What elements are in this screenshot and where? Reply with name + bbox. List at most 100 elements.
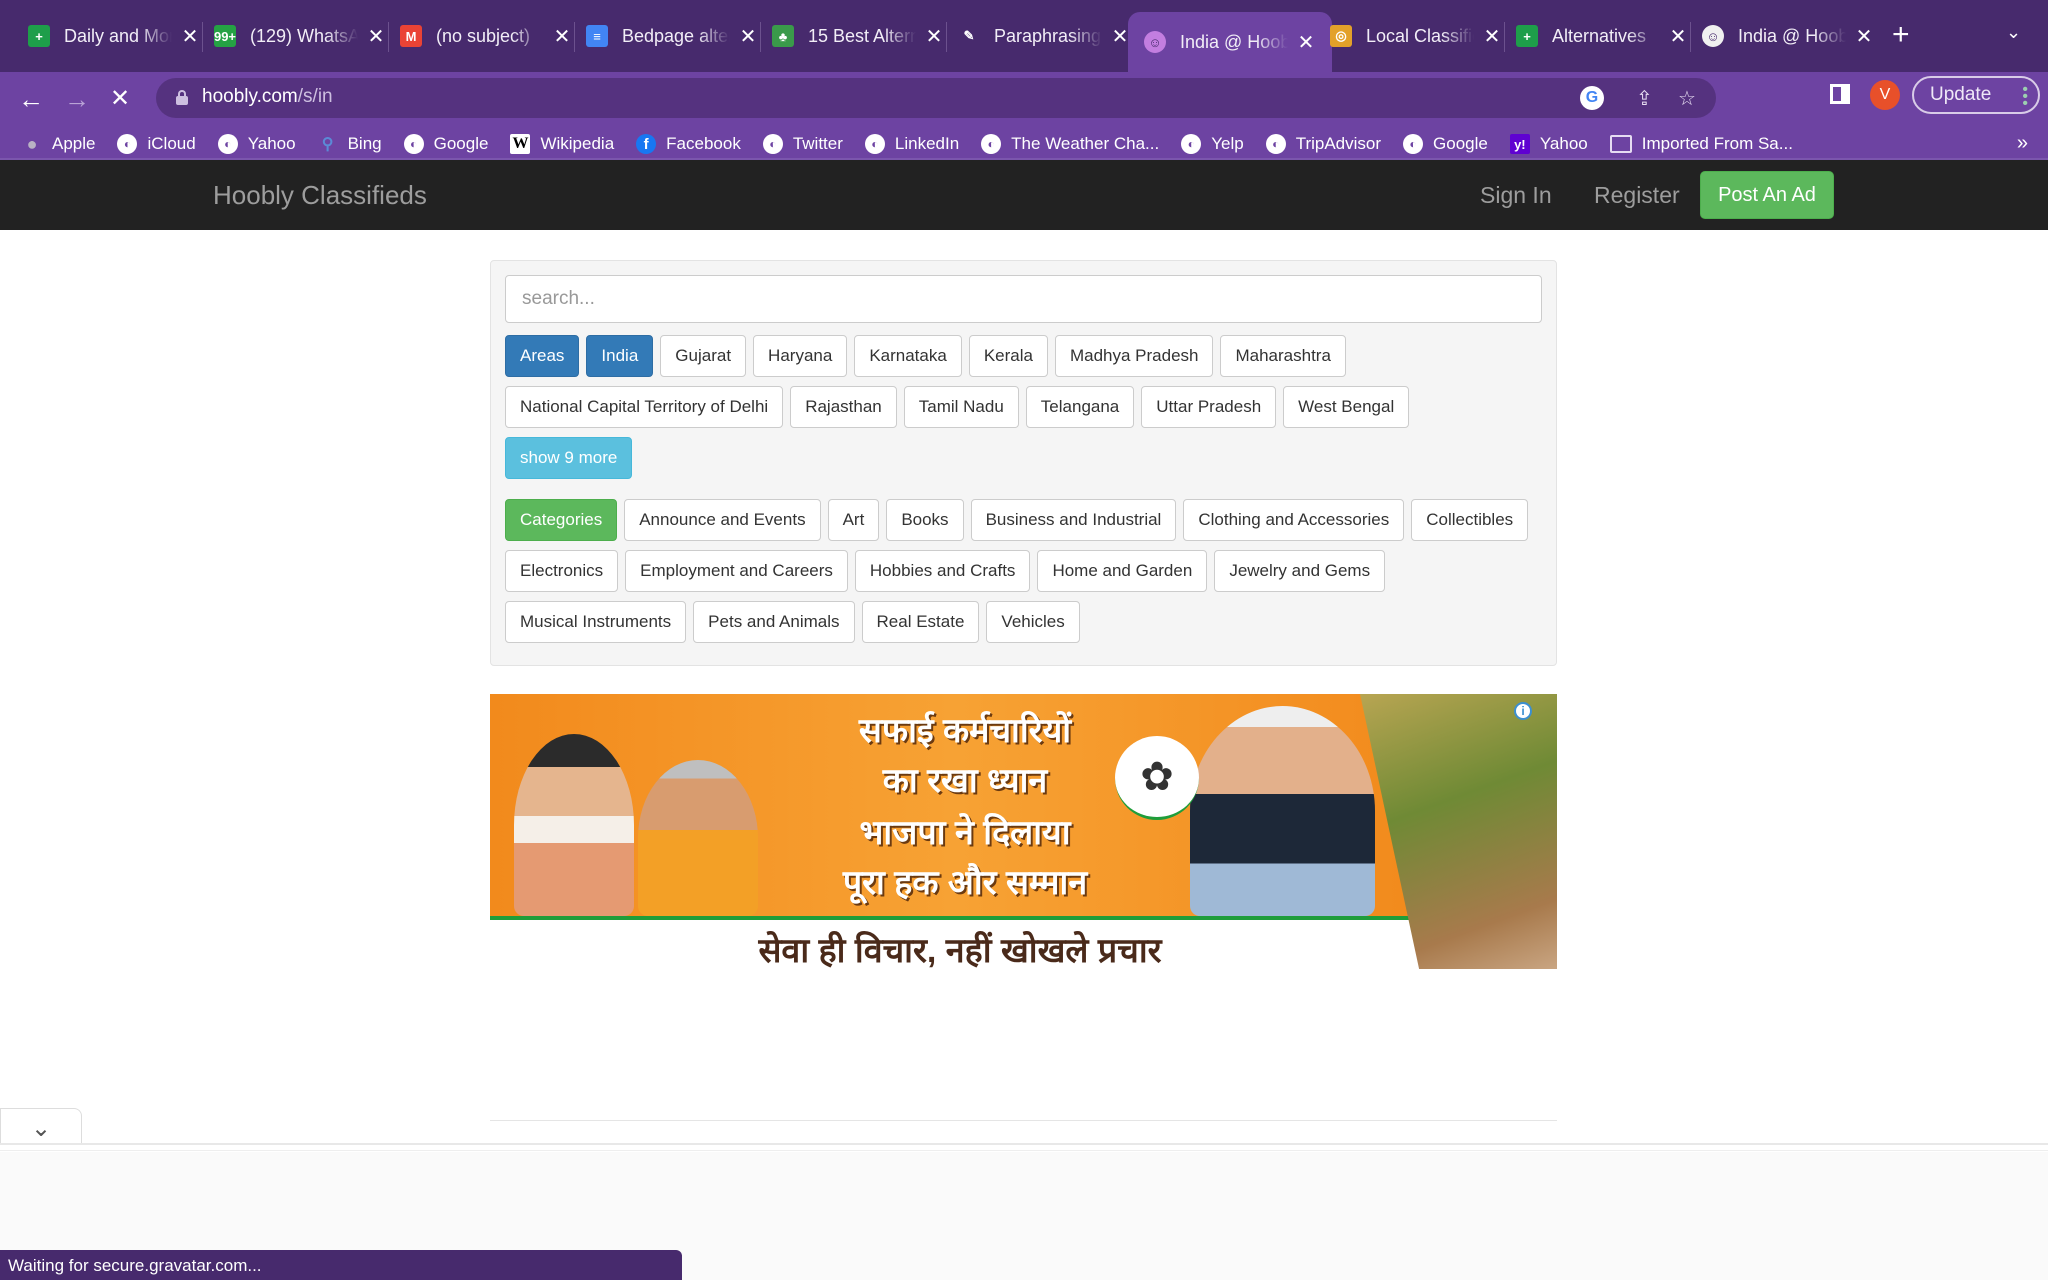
show-more-areas-button[interactable]: show 9 more <box>505 437 633 479</box>
area-button[interactable]: Kerala <box>968 335 1048 377</box>
close-tab-icon[interactable]: ✕ <box>1854 24 1874 49</box>
category-button[interactable]: Books <box>886 499 964 541</box>
browser-tab[interactable]: ≡ Bedpage alternatives ✕ <box>586 14 758 58</box>
browser-tab[interactable]: + Alternatives ✕ <box>1516 14 1688 58</box>
bookmark-label: Imported From Sa... <box>1641 134 1793 153</box>
update-button[interactable]: Update • • • <box>1912 76 2040 114</box>
close-tab-icon[interactable]: ✕ <box>1482 24 1502 49</box>
content-divider <box>490 1120 1557 1121</box>
search-input[interactable] <box>505 275 1542 323</box>
close-tab-icon[interactable]: ✕ <box>738 24 758 49</box>
kebab-menu-icon[interactable]: • • • <box>2022 82 2028 112</box>
collapse-panel-toggle[interactable]: ⌄ <box>0 1108 82 1148</box>
back-button[interactable]: ← <box>18 84 44 115</box>
browser-tab[interactable]: ◎ Local Classifieds ✕ <box>1330 14 1502 58</box>
forward-button[interactable]: → <box>64 84 90 115</box>
close-tab-icon[interactable]: ✕ <box>366 24 386 49</box>
star-bookmark-icon[interactable]: ☆ <box>1678 86 1696 111</box>
area-button[interactable]: West Bengal <box>1283 386 1410 428</box>
browser-tab[interactable]: M (no subject) ✕ <box>400 14 572 58</box>
categories-row: Musical Instruments Pets and Animals Real … <box>505 601 1087 643</box>
post-ad-button[interactable]: Post An Ad <box>1700 171 1834 219</box>
category-button[interactable]: Vehicles <box>986 601 1080 643</box>
area-button[interactable]: Tamil Nadu <box>903 386 1019 428</box>
browser-tab[interactable]: ✎ Paraphrasing Tool ✕ <box>958 14 1130 58</box>
ad-tagline: सेवा ही विचार, नहीं खोखले प्रचार <box>758 932 1162 969</box>
advertisement-banner[interactable]: ✿ सफाई कर्मचारियों का रखा ध्यान भाजपा ने… <box>490 694 1557 969</box>
area-button[interactable]: Haryana <box>753 335 848 377</box>
categories-label-button[interactable]: Categories <box>505 499 618 541</box>
bookmark-item[interactable]: Imported From Sa... <box>1609 134 1793 154</box>
areas-row: National Capital Territory of Delhi Rajas… <box>505 386 1416 428</box>
site-brand-link[interactable]: Hoobly Classifieds <box>213 180 427 211</box>
profile-avatar[interactable]: V <box>1870 80 1900 110</box>
bookmark-item[interactable]: ◐ iCloud <box>117 134 196 154</box>
bookmark-item[interactable]: ◐ Yelp <box>1181 134 1244 154</box>
close-tab-icon[interactable]: ✕ <box>1296 30 1316 55</box>
close-tab-icon[interactable]: ✕ <box>1110 24 1130 49</box>
stop-loading-button[interactable]: ✕ <box>110 84 130 113</box>
category-button[interactable]: Home and Garden <box>1037 550 1208 592</box>
bookmark-item[interactable]: ◐ LinkedIn <box>864 134 959 154</box>
category-button[interactable]: Jewelry and Gems <box>1214 550 1386 592</box>
area-button-india[interactable]: India <box>586 335 654 377</box>
close-tab-icon[interactable]: ✕ <box>1668 24 1688 49</box>
bookmark-item[interactable]: y! Yahoo <box>1509 134 1588 154</box>
address-bar[interactable]: hoobly.com/s/in ☆ ⇪ G <box>156 78 1716 118</box>
bookmark-item[interactable]: W Wikipedia <box>510 134 614 154</box>
bookmark-item[interactable]: ● Apple <box>22 134 96 154</box>
browser-tab[interactable]: ☺ India @ Hoobly ✕ <box>1128 12 1332 72</box>
new-tab-button[interactable]: + <box>1892 18 1910 52</box>
bookmark-item[interactable]: ◐ Twitter <box>762 134 843 154</box>
close-tab-icon[interactable]: ✕ <box>180 24 200 49</box>
area-button[interactable]: Gujarat <box>660 335 747 377</box>
register-link[interactable]: Register <box>1594 182 1680 209</box>
category-button[interactable]: Announce and Events <box>624 499 821 541</box>
bookmark-item[interactable]: ◐ TripAdvisor <box>1265 134 1381 154</box>
bookmark-label: Twitter <box>792 134 843 153</box>
bookmark-item[interactable]: f Facebook <box>636 134 741 154</box>
side-panel-icon[interactable] <box>1830 84 1850 104</box>
bookmark-label: Google <box>1433 134 1488 153</box>
browser-tab[interactable]: 99+ (129) WhatsApp ✕ <box>214 14 386 58</box>
category-button[interactable]: Business and Industrial <box>970 499 1177 541</box>
tab-search-chevron-icon[interactable]: ⌄ <box>2006 22 2021 43</box>
ad-headline-line: सफाई कर्मचारियों <box>858 712 1072 750</box>
area-button[interactable]: Uttar Pradesh <box>1141 386 1277 428</box>
close-tab-icon[interactable]: ✕ <box>552 24 572 49</box>
google-lens-icon[interactable]: G <box>1580 86 1604 110</box>
category-button[interactable]: Electronics <box>505 550 619 592</box>
browser-tab[interactable]: ♣ 15 Best Alternatives ✕ <box>772 14 944 58</box>
browser-tab[interactable]: + Daily and Monthly ✕ <box>28 14 200 58</box>
share-icon[interactable]: ⇪ <box>1636 86 1653 111</box>
browser-tab[interactable]: ☺ India @ Hoobly ✕ <box>1702 14 1874 58</box>
bookmark-label: iCloud <box>147 134 196 153</box>
bookmark-item[interactable]: ⚲ Bing <box>318 134 382 154</box>
areas-label-button[interactable]: Areas <box>505 335 580 377</box>
globe-icon: ◐ <box>1403 134 1424 154</box>
area-button[interactable]: Karnataka <box>854 335 962 377</box>
sign-in-link[interactable]: Sign In <box>1480 182 1552 209</box>
category-button[interactable]: Hobbies and Crafts <box>854 550 1031 592</box>
url-text[interactable]: hoobly.com/s/in <box>202 86 333 108</box>
area-button[interactable]: National Capital Territory of Delhi <box>505 386 784 428</box>
bookmark-item[interactable]: ◐ Google <box>1403 134 1488 154</box>
category-button[interactable]: Musical Instruments <box>505 601 687 643</box>
category-button[interactable]: Collectibles <box>1411 499 1529 541</box>
bookmark-item[interactable]: ◐ Yahoo <box>217 134 296 154</box>
bookmark-item[interactable]: ◐ The Weather Cha... <box>981 134 1159 154</box>
area-button[interactable]: Madhya Pradesh <box>1054 335 1214 377</box>
close-tab-icon[interactable]: ✕ <box>924 24 944 49</box>
category-button[interactable]: Real Estate <box>861 601 980 643</box>
area-button[interactable]: Telangana <box>1025 386 1135 428</box>
more-bookmarks-button[interactable]: » <box>2017 132 2028 155</box>
category-button[interactable]: Employment and Careers <box>625 550 848 592</box>
ad-choices-info-icon[interactable]: i <box>1514 702 1532 720</box>
area-button[interactable]: Maharashtra <box>1220 335 1346 377</box>
category-button[interactable]: Art <box>827 499 880 541</box>
category-button[interactable]: Pets and Animals <box>693 601 855 643</box>
category-button[interactable]: Clothing and Accessories <box>1183 499 1405 541</box>
globe-icon: ◐ <box>981 134 1002 154</box>
area-button[interactable]: Rajasthan <box>790 386 897 428</box>
bookmark-item[interactable]: ◐ Google <box>403 134 488 154</box>
